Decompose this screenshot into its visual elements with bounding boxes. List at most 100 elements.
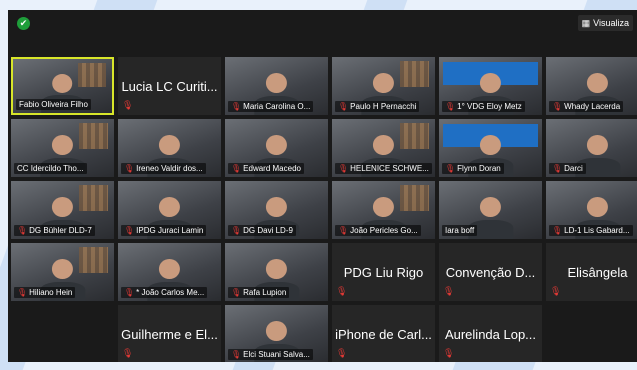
- mic-muted-icon: 🎙: [338, 226, 349, 235]
- participant-tile[interactable]: 🎙 Rafa Lupion: [225, 243, 328, 301]
- participant-tile[interactable]: 🎙 DG Davi LD-9: [225, 181, 328, 239]
- mic-muted-icon: 🎙: [231, 102, 242, 111]
- participant-name-label: Fabio Oliveira Filho: [16, 99, 91, 110]
- participant-tile[interactable]: 🎙 Flynn Doran: [439, 119, 542, 177]
- participant-name-label: 🎙 Whady Lacerda: [549, 101, 624, 112]
- participant-name: Elci Stuani Salva...: [243, 350, 310, 359]
- participant-name: DG Bühler DLD-7: [29, 226, 92, 235]
- mic-muted-icon: 🎙: [445, 102, 456, 111]
- participant-tile[interactable]: CC Idercildo Tho...: [11, 119, 114, 177]
- participant-tile[interactable]: 🎙 * João Carlos Me...: [118, 243, 221, 301]
- participant-tile[interactable]: 🎙 DG Bühler DLD-7: [11, 181, 114, 239]
- participant-name: DG Davi LD-9: [243, 226, 293, 235]
- participant-name-label: 🎙 Paulo H Pernacchi: [335, 101, 420, 112]
- participant-name: Aurelinda Lop...: [444, 326, 537, 342]
- participant-tile[interactable]: 🎙 Maria Carolina O...: [225, 57, 328, 115]
- participant-tile[interactable]: 🎙 Paulo H Pernacchi: [332, 57, 435, 115]
- participant-tile[interactable]: 🎙 LD-1 Lis Gabard...: [546, 181, 637, 239]
- participant-tile[interactable]: Guilherme e El... 🎙: [118, 305, 221, 362]
- participant-name-label: 🎙 Rafa Lupion: [228, 287, 290, 298]
- participant-name: IPDG Juraci Lamin: [136, 226, 204, 235]
- mic-muted-icon: 🎙: [124, 226, 135, 235]
- participant-name: Fabio Oliveira Filho: [19, 100, 88, 109]
- participant-name: Convenção D...: [445, 264, 536, 280]
- participant-name: Rafa Lupion: [243, 288, 287, 297]
- participant-name-label: 🎙 DG Davi LD-9: [228, 225, 296, 236]
- participant-name: LD-1 Lis Gabard...: [564, 226, 630, 235]
- mic-muted-icon: 🎙: [443, 348, 455, 358]
- participant-name: Paulo H Pernacchi: [350, 102, 417, 111]
- participant-name-label: 🎙 Edward Macedo: [228, 163, 304, 174]
- shield-icon[interactable]: ✔: [17, 17, 30, 30]
- mic-muted-icon: 🎙: [552, 226, 563, 235]
- mic-muted-icon: 🎙: [17, 288, 28, 297]
- mic-muted-icon: 🎙: [552, 102, 563, 111]
- mic-muted-icon: 🎙: [231, 350, 242, 359]
- participant-name: Guilherme e El...: [121, 326, 218, 342]
- participant-name: 1° VDG Eloy Metz: [457, 102, 522, 111]
- mic-muted-icon: 🎙: [231, 288, 242, 297]
- participant-tile[interactable]: 🎙 João Pericles Go...: [332, 181, 435, 239]
- participant-name: Lucia LC Curiti...: [121, 78, 218, 94]
- mic-muted-icon: 🎙: [552, 164, 563, 173]
- participant-name: Edward Macedo: [243, 164, 301, 173]
- participant-tile[interactable]: iPhone de Carl... 🎙: [332, 305, 435, 362]
- participant-name: PDG Liu Rigo: [343, 264, 424, 280]
- participant-name-label: 🎙 Maria Carolina O...: [228, 101, 314, 112]
- participant-tile[interactable]: 🎙 1° VDG Eloy Metz: [439, 57, 542, 115]
- participant-tile[interactable]: Fabio Oliveira Filho: [11, 57, 114, 115]
- participant-tile[interactable]: PDG Liu Rigo 🎙: [332, 243, 435, 301]
- participant-name: iPhone de Carl...: [335, 326, 432, 342]
- mic-muted-icon: 🎙: [338, 102, 349, 111]
- participant-tile[interactable]: Aurelinda Lop... 🎙: [439, 305, 542, 362]
- participant-tile[interactable]: 🎙 Ireneo Valdir dos...: [118, 119, 221, 177]
- participant-name: * João Carlos Me...: [136, 288, 205, 297]
- view-button[interactable]: ▦ Visualiza: [577, 15, 633, 31]
- participant-tile[interactable]: Convenção D... 🎙: [439, 243, 542, 301]
- participant-name-label: 🎙 * João Carlos Me...: [121, 287, 208, 298]
- participant-name: CC Idercildo Tho...: [17, 164, 84, 173]
- mic-muted-icon: 🎙: [122, 348, 134, 358]
- mic-muted-icon: 🎙: [124, 164, 135, 173]
- participant-tile[interactable]: 🎙 IPDG Juraci Lamin: [118, 181, 221, 239]
- mic-muted-icon: 🎙: [231, 164, 242, 173]
- participant-name-label: 🎙 HELENICE SCHWE...: [335, 163, 432, 174]
- participant-tile[interactable]: 🎙 Edward Macedo: [225, 119, 328, 177]
- mic-muted-icon: 🎙: [443, 286, 455, 296]
- participant-tile[interactable]: 🎙 Whady Lacerda: [546, 57, 637, 115]
- top-bar: ✔ ▦ Visualiza: [8, 10, 637, 50]
- participant-name-label: 🎙 Elci Stuani Salva...: [228, 349, 313, 360]
- participant-tile[interactable]: Elisângela 🎙: [546, 243, 637, 301]
- participant-name-label: 🎙 Darci: [549, 163, 586, 174]
- participant-tile[interactable]: 🎙 Hiliano Hein: [11, 243, 114, 301]
- zoom-meeting-window: ✔ ▦ Visualiza Fabio Oliveira Filho Lucia L…: [8, 10, 637, 362]
- participant-tile[interactable]: Lucia LC Curiti... 🎙: [118, 57, 221, 115]
- participant-name: João Pericles Go...: [350, 226, 418, 235]
- participant-name: Flynn Doran: [457, 164, 501, 173]
- participant-tile[interactable]: Iara boff: [439, 181, 542, 239]
- participant-name: Maria Carolina O...: [243, 102, 311, 111]
- participant-name: Ireneo Valdir dos...: [136, 164, 203, 173]
- participant-name-label: 🎙 João Pericles Go...: [335, 225, 421, 236]
- participant-name: Iara boff: [445, 226, 475, 235]
- mic-muted-icon: 🎙: [336, 286, 348, 296]
- participant-name-label: 🎙 Ireneo Valdir dos...: [121, 163, 206, 174]
- mic-muted-icon: 🎙: [550, 286, 562, 296]
- view-button-label: Visualiza: [593, 18, 629, 28]
- participant-tile[interactable]: 🎙 HELENICE SCHWE...: [332, 119, 435, 177]
- mic-muted-icon: 🎙: [445, 164, 456, 173]
- participant-name-label: 🎙 LD-1 Lis Gabard...: [549, 225, 633, 236]
- mic-muted-icon: 🎙: [338, 164, 349, 173]
- participant-name-label: 🎙 IPDG Juraci Lamin: [121, 225, 207, 236]
- participant-tile[interactable]: 🎙 Elci Stuani Salva...: [225, 305, 328, 362]
- participant-name-label: 🎙 Hiliano Hein: [14, 287, 76, 298]
- grid-icon: ▦: [581, 18, 591, 28]
- participant-name-label: 🎙 1° VDG Eloy Metz: [442, 101, 525, 112]
- mic-muted-icon: 🎙: [122, 100, 134, 110]
- mic-muted-icon: 🎙: [17, 226, 28, 235]
- participant-tile[interactable]: 🎙 Darci: [546, 119, 637, 177]
- participant-name: Hiliano Hein: [29, 288, 73, 297]
- mic-muted-icon: 🎙: [124, 288, 135, 297]
- participant-name-label: 🎙 DG Bühler DLD-7: [14, 225, 95, 236]
- mic-muted-icon: 🎙: [231, 226, 242, 235]
